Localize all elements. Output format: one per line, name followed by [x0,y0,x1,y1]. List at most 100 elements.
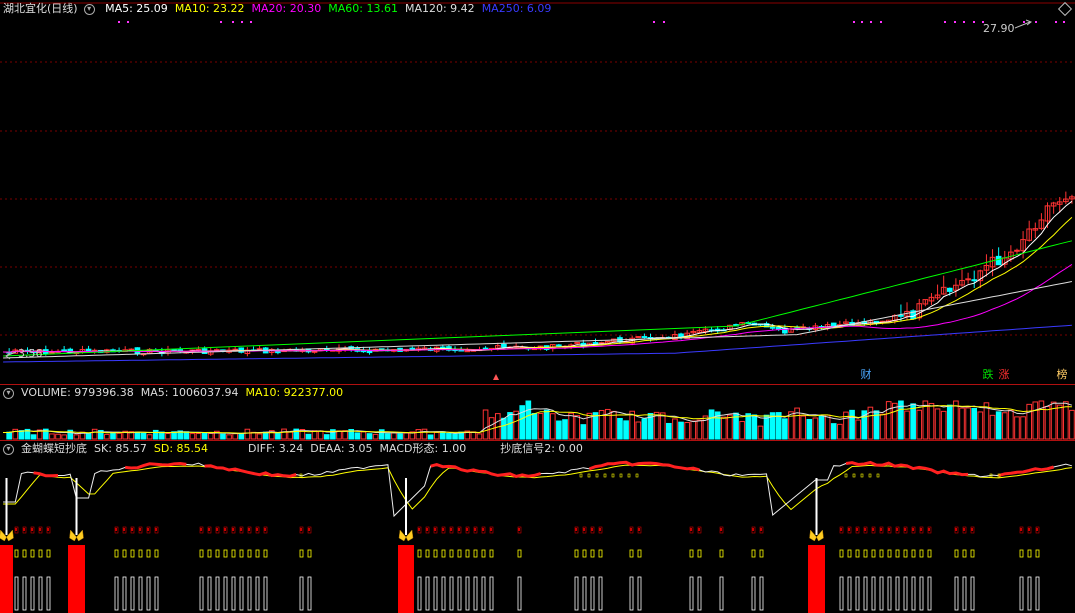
yellow-tick [582,549,587,558]
yellow-tick [759,549,764,558]
yellow-tick [879,549,884,558]
white-tick [879,576,884,611]
yellow-tick [207,549,212,558]
price-chart-canvas[interactable] [0,0,1075,384]
news-marker-3[interactable]: 榜 [1054,367,1070,382]
volume-bar [1056,404,1063,440]
news-marker-2[interactable]: 涨 [996,367,1012,382]
volume-bar [201,432,208,440]
signal-dot [1035,21,1037,23]
signal-dot [870,21,872,23]
yellow-tick [465,549,470,558]
yellow-tick [457,549,462,558]
yellow-tick [903,549,908,558]
white-tick [574,576,579,611]
volume-bar [140,432,147,440]
white-tick [46,576,51,611]
yellow-tick [473,549,478,558]
white-tick [122,576,127,611]
white-tick [247,576,252,611]
indicator-legend-item-2: SD: 85.54 [153,442,209,455]
uptrend-segment-0 [33,471,59,478]
yellow-tick [46,549,51,558]
volume-chart-panel[interactable]: ▾ VOLUME: 979396.38 MA5: 1006037.94 MA10: 9… [0,384,1075,440]
volume-bar [782,418,788,440]
volume-bar [183,431,190,440]
white-tick [199,576,204,611]
volume-bar [1008,409,1014,440]
news-marker-0[interactable]: 财 [858,367,874,382]
white-tick [130,576,135,611]
volume-bar [232,433,238,440]
white-tick [146,576,151,611]
yellow-tick [255,549,260,558]
volume-bar [696,419,703,440]
volume-bar [287,431,293,440]
white-tick [759,576,764,611]
indicator-chart-canvas[interactable] [0,440,1075,613]
white-tick [449,576,454,611]
volume-bar [446,433,452,440]
price-chart-panel[interactable]: 湖北宜化(日线) ▾ MA5: 25.09 MA10: 23.22 MA20: 20.… [0,0,1075,384]
signal-bar-0 [0,545,13,613]
yellow-tick [138,549,143,558]
volume-bar [195,433,202,440]
ma-legend-item-4: MA120: 9.42 [404,2,475,15]
white-tick [637,576,642,611]
white-tick [207,576,212,611]
signal-dot [663,21,665,23]
volume-bar [146,434,153,440]
volume-bar [800,415,807,440]
yellow-tick [14,549,19,558]
indicator-chart-panel[interactable]: ▾ 金蝴蝶短抄底 SK: 85.57 SD: 85.54 DIFF: 3.24 DEAA:… [0,440,1075,613]
indicator-legend-item-4: DEAA: 3.05 [310,442,373,455]
news-marker-1[interactable]: 跌 [980,367,996,382]
yellow-dot [603,473,607,478]
yellow-tick [629,549,634,558]
indicator-legend-item-0: 金蝴蝶短抄底 [21,442,87,455]
yellow-tick [871,549,876,558]
white-tick [590,576,595,611]
volume-bar [30,434,37,440]
yellow-tick [247,549,252,558]
ma-legend-item-1: MA10: 23.22 [174,2,245,15]
yellow-tick [970,549,975,558]
volume-bar [433,431,440,440]
volume-bar [513,410,519,440]
yellow-dot [860,473,864,478]
white-tick [970,576,975,611]
signal-dot [241,21,243,23]
yellow-tick [489,549,494,558]
white-tick [598,576,603,611]
volume-bar [61,434,67,440]
indicator-legend-item-5: MACD形态: 1.00 [379,442,467,455]
volume-bar [104,433,110,440]
white-tick [215,576,220,611]
yellow-tick [199,549,204,558]
settings-circle-icon[interactable]: ▾ [83,3,95,15]
volume-bar [238,432,245,440]
volume-bar [549,413,556,440]
white-tick [697,576,702,611]
volume-bar [739,420,745,440]
yellow-tick [38,549,43,558]
candle-body [409,347,416,350]
yellow-tick [927,549,932,558]
white-tick [14,576,19,611]
volume-bar [1044,406,1051,440]
yellow-tick [697,549,702,558]
yellow-dot [876,473,880,478]
yellow-dot [595,473,599,478]
white-tick [903,576,908,611]
ma-legend-item-0: MA5: 25.09 [105,2,168,15]
volume-bar [617,417,623,440]
volume-bar [824,414,831,440]
yellow-tick [114,549,119,558]
white-tick [863,576,868,611]
settings-circle-icon[interactable]: ▾ [3,443,14,455]
yellow-tick [215,549,220,558]
volume-bar [885,401,892,440]
volume-bar [275,432,281,440]
settings-circle-icon[interactable]: ▾ [3,387,14,399]
yellow-tick [146,549,151,558]
